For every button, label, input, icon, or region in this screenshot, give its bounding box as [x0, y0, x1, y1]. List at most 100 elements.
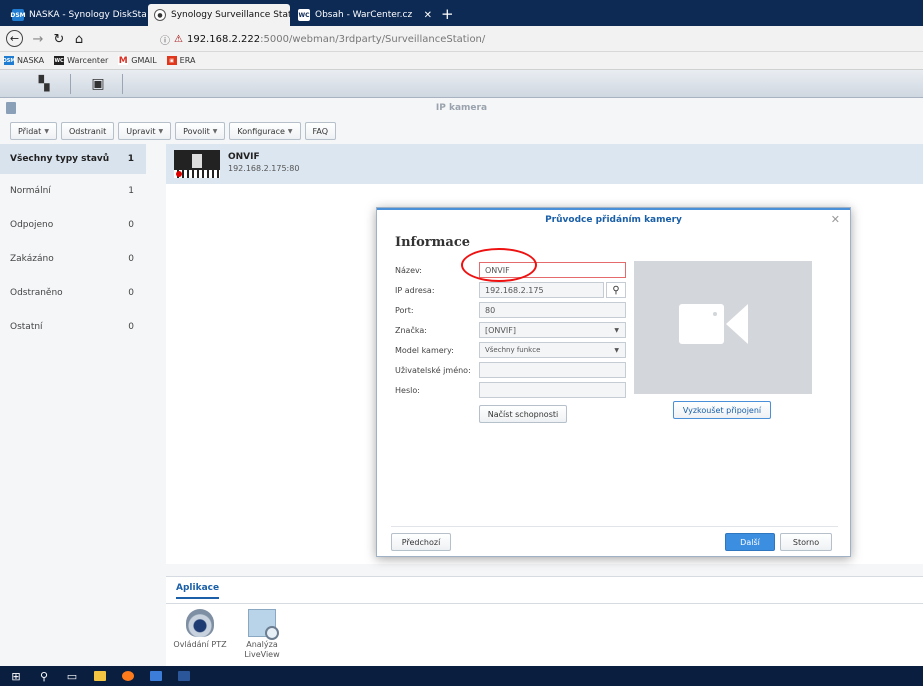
browser-nav-bar: ← → ↻ ⌂ ⓘ ⚠ 192.168.2.222:5000/webman/3r…	[0, 26, 923, 52]
tab-surveillance-station[interactable]: ● Synology Surveillance Station - ✕	[148, 4, 290, 26]
ptz-camera-icon	[186, 609, 214, 637]
brand-select[interactable]: [ONVIF] ▼	[479, 322, 626, 338]
sidebar-item-label: Všechny typy stavů	[10, 154, 110, 164]
annotation-circle	[461, 248, 537, 282]
surveillance-favicon-icon: ●	[154, 9, 166, 21]
add-button[interactable]: Přidat ▼	[10, 122, 57, 140]
status-sidebar: Všechny typy stavů 1 Normální 1 Odpojeno 0 …	[0, 144, 146, 666]
enable-button[interactable]: Povolit ▼	[175, 122, 226, 140]
document-icon	[178, 671, 190, 681]
button-label: Konfigurace	[237, 126, 285, 136]
task-view-icon[interactable]: ▭	[60, 666, 84, 686]
next-button[interactable]: Další	[725, 533, 775, 551]
sidebar-item-label: Odstraněno	[10, 288, 63, 298]
button-label: Odstranit	[68, 126, 107, 136]
applications-panel: Aplikace Ovládání PTZ Analýza LiveView	[166, 576, 923, 666]
tab-title: Obsah - WarCenter.cz	[315, 10, 413, 20]
configuration-button[interactable]: Konfigurace ▼	[229, 122, 301, 140]
brand-value: [ONVIF]	[485, 325, 516, 335]
firefox-icon[interactable]	[116, 666, 140, 686]
tab-applications[interactable]: Aplikace	[176, 583, 220, 599]
username-input[interactable]	[479, 362, 626, 378]
insecure-lock-icon[interactable]: ⚠	[174, 34, 183, 45]
delete-button[interactable]: Odstranit	[60, 122, 115, 140]
cancel-button[interactable]: Storno	[780, 533, 832, 551]
surveillance-app-icon[interactable]: ▣	[86, 72, 110, 96]
tab-warcenter[interactable]: WC Obsah - WarCenter.cz ✕	[292, 4, 438, 26]
ip-value: 192.168.2.175	[485, 285, 544, 295]
tab-diskstation[interactable]: DSM NASKA - Synology DiskStation ✕	[6, 4, 146, 26]
camera-row[interactable]: ONVIF 192.168.2.175:80	[166, 144, 923, 184]
browser-icon	[122, 671, 134, 681]
sidebar-item-disabled[interactable]: Zakázáno 0	[0, 242, 146, 276]
word-icon[interactable]	[172, 666, 196, 686]
back-arrow-icon[interactable]: ←	[6, 30, 23, 47]
section-heading: Informace	[395, 235, 471, 250]
add-camera-wizard-dialog: Průvodce přidáním kamery ✕ Informace Náz…	[376, 207, 851, 557]
ip-label: IP adresa:	[395, 286, 435, 295]
ptz-control-app[interactable]: Ovládání PTZ	[170, 609, 230, 650]
sidebar-item-label: Normální	[10, 186, 51, 196]
camera-lens-icon	[726, 304, 748, 344]
era-icon: ▣	[166, 56, 177, 65]
url-bar[interactable]: ⓘ ⚠ 192.168.2.222:5000/webman/3rdparty/S…	[160, 29, 923, 49]
dialog-title: Průvodce přidáním kamery	[377, 208, 850, 230]
chevron-down-icon: ▼	[287, 127, 293, 135]
dsm-favicon-icon: DSM	[10, 9, 26, 21]
ip-address-input[interactable]: 192.168.2.175	[479, 282, 604, 298]
chevron-down-icon: ▼	[614, 346, 619, 354]
name-label: Název:	[395, 266, 422, 275]
previous-button[interactable]: Předchozí	[391, 533, 451, 551]
sidebar-item-disconnected[interactable]: Odpojeno 0	[0, 208, 146, 242]
bookmark-label: Warcenter	[67, 56, 109, 65]
forward-arrow-icon[interactable]: →	[29, 30, 47, 48]
tab-title: Synology Surveillance Station -	[171, 10, 290, 20]
bookmark-era[interactable]: ▣ ERA	[166, 56, 195, 65]
main-menu-icon[interactable]: ▚	[32, 72, 56, 96]
password-label: Heslo:	[395, 386, 420, 395]
model-select[interactable]: Všechny funkce ▼	[479, 342, 626, 358]
username-label: Uživatelské jméno:	[395, 366, 471, 375]
recording-icon	[176, 171, 182, 177]
close-icon[interactable]: ✕	[831, 213, 840, 226]
bookmark-label: GMAIL	[131, 56, 157, 65]
sidebar-item-normal[interactable]: Normální 1	[0, 174, 146, 208]
port-input[interactable]: 80	[479, 302, 626, 318]
password-input[interactable]	[479, 382, 626, 398]
bookmark-gmail[interactable]: M GMAIL	[118, 56, 157, 66]
save-icon[interactable]	[144, 666, 168, 686]
sidebar-item-other[interactable]: Ostatní 0	[0, 310, 146, 344]
close-icon[interactable]: ✕	[424, 10, 432, 21]
test-connection-button[interactable]: Vyzkoušet připojení	[673, 401, 771, 419]
edit-button[interactable]: Upravit ▼	[118, 122, 172, 140]
search-icon[interactable]: ⚲	[606, 282, 626, 298]
model-label: Model kamery:	[395, 346, 454, 355]
load-capabilities-button[interactable]: Načíst schopnosti	[479, 405, 567, 423]
bookmark-warcenter[interactable]: WC Warcenter	[54, 56, 108, 65]
sidebar-item-deleted[interactable]: Odstraněno 0	[0, 276, 146, 310]
new-tab-icon[interactable]: +	[441, 5, 454, 23]
sidebar-item-all[interactable]: Všechny typy stavů 1	[0, 144, 146, 174]
liveview-analytics-app[interactable]: Analýza LiveView	[232, 609, 292, 660]
info-icon[interactable]: ⓘ	[160, 32, 170, 47]
wc-icon: WC	[54, 56, 65, 65]
app-title: IP kamera	[435, 103, 488, 113]
file-explorer-icon[interactable]	[88, 666, 112, 686]
chevron-down-icon: ▼	[158, 127, 164, 135]
search-icon[interactable]: ⚲	[32, 666, 56, 686]
button-label: Povolit	[183, 126, 210, 136]
bookmark-label: NASKA	[17, 56, 45, 65]
separator	[122, 74, 123, 94]
port-label: Port:	[395, 306, 414, 315]
faq-button[interactable]: FAQ	[304, 122, 337, 140]
model-value: Všechny funkce	[485, 346, 541, 354]
reload-icon[interactable]: ↻	[50, 30, 68, 48]
url-path: :5000/webman/3rdparty/SurveillanceStatio…	[260, 33, 486, 45]
home-icon[interactable]: ⌂	[70, 30, 88, 48]
separator	[70, 74, 71, 94]
sidebar-item-count: 0	[128, 322, 134, 332]
tab-title: NASKA - Synology DiskStation	[29, 10, 146, 20]
sidebar-item-label: Ostatní	[10, 322, 43, 332]
bookmark-naska[interactable]: DSM NASKA	[3, 56, 45, 65]
windows-start-icon[interactable]: ⊞	[4, 666, 28, 686]
